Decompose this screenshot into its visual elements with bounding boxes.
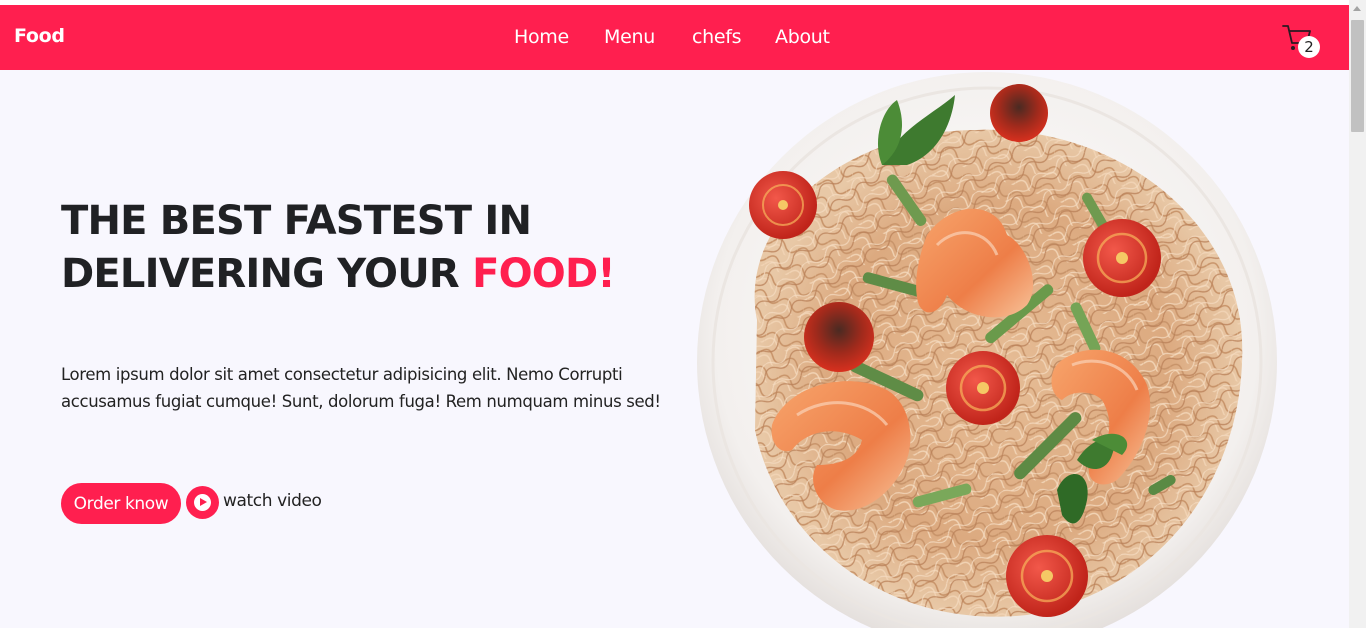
hero-description: Lorem ipsum dolor sit amet consectetur a… bbox=[61, 365, 661, 411]
navbar: Food Home Menu chefs About 2 bbox=[0, 5, 1349, 70]
nav-link-menu[interactable]: Menu bbox=[604, 26, 655, 48]
vertical-scrollbar[interactable] bbox=[1349, 0, 1366, 628]
brand-logo[interactable]: Food bbox=[14, 25, 65, 47]
hero-title-line1: THE BEST FASTEST IN bbox=[61, 198, 532, 244]
nav-link-about[interactable]: About bbox=[775, 26, 830, 48]
scrollbar-thumb[interactable] bbox=[1351, 20, 1364, 132]
hero-title-line2: DELIVERING YOUR bbox=[61, 251, 473, 297]
cart-count-badge: 2 bbox=[1298, 36, 1320, 58]
hero-title-accent: FOOD! bbox=[472, 251, 616, 297]
page: Food Home Menu chefs About 2 THE BEST FA… bbox=[0, 0, 1349, 628]
play-video-button[interactable] bbox=[186, 486, 219, 519]
pasta-dish-image bbox=[697, 70, 1279, 628]
nav-link-home[interactable]: Home bbox=[514, 26, 569, 48]
hero-title: THE BEST FASTEST IN DELIVERING YOUR FOOD… bbox=[61, 195, 681, 301]
scroll-up-arrow-icon[interactable] bbox=[1353, 6, 1361, 11]
nav-link-chefs[interactable]: chefs bbox=[692, 26, 742, 48]
order-button[interactable]: Order know bbox=[61, 483, 181, 524]
cart-button[interactable]: 2 bbox=[1281, 22, 1321, 62]
play-icon bbox=[194, 494, 211, 511]
watch-video-link[interactable]: watch video bbox=[223, 491, 322, 511]
